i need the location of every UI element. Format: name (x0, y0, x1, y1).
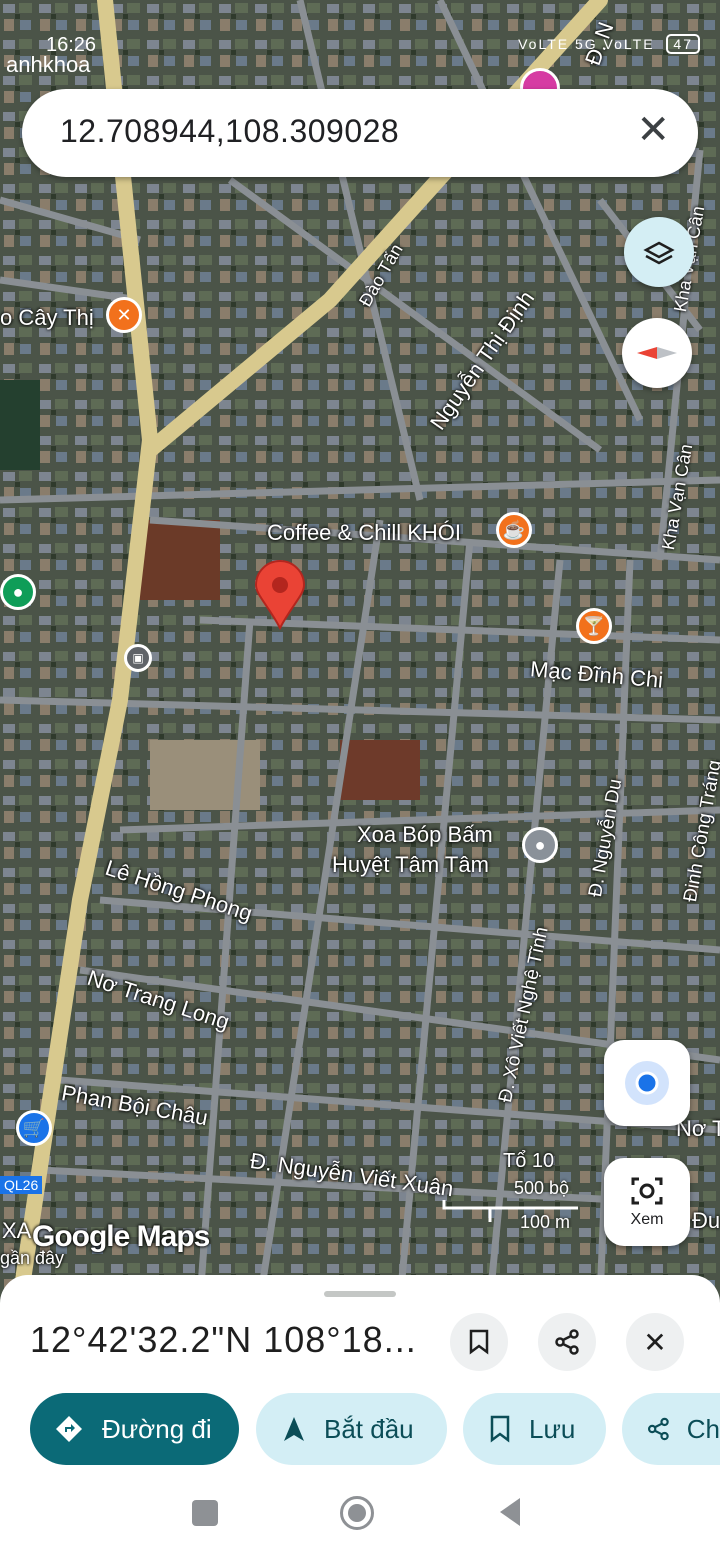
map-label-coffee[interactable]: Coffee & Chill KHÓI (267, 520, 461, 546)
restaurant-icon[interactable]: ✕ (106, 297, 142, 333)
battery-icon: 47 (666, 34, 700, 54)
place-coordinates: 12°42'32.2"N 108°18... (30, 1319, 417, 1360)
directions-icon (56, 1416, 82, 1442)
compass-button[interactable] (622, 318, 692, 388)
save-button[interactable]: Lưu (463, 1393, 606, 1465)
map-label-xoa-bop-2[interactable]: Huyệt Tâm Tâm (332, 852, 489, 878)
map-label-du: Đu (692, 1208, 720, 1233)
layers-button[interactable] (624, 217, 694, 287)
share-chip-icon (647, 1417, 669, 1441)
my-location-button[interactable] (604, 1040, 690, 1126)
map-scale: 500 bộ 100 m (442, 1178, 582, 1232)
status-icons: VoLTE 5G VoLTE 47 (518, 34, 700, 54)
share-button[interactable] (538, 1313, 596, 1371)
close-sheet-button[interactable]: ✕ (626, 1313, 684, 1371)
share-icon (555, 1329, 579, 1355)
directions-button[interactable]: Đường đi (30, 1393, 239, 1465)
scale-feet: 500 bộ (514, 1178, 570, 1198)
close-icon: ✕ (643, 1326, 667, 1358)
bookmark-button[interactable] (450, 1313, 508, 1371)
search-query[interactable]: 12.708944,108.309028 (60, 113, 399, 150)
status-bar: 16:26 anhkhoa VoLTE 5G VoLTE 47 (0, 30, 720, 77)
network-icon: VoLTE 5G VoLTE (518, 36, 655, 52)
bar-icon[interactable]: 🍸 (576, 608, 612, 644)
lens-label: Xem (630, 1211, 664, 1228)
status-user: anhkhoa (6, 52, 91, 77)
back-icon[interactable] (496, 1496, 524, 1528)
map-label-xoa-bop-1[interactable]: Xoa Bóp Bấm (357, 822, 493, 848)
share-chip-button[interactable]: Ch (622, 1393, 720, 1465)
search-bar[interactable]: 12.708944,108.309028 ✕ (22, 89, 698, 177)
recents-icon[interactable] (192, 1500, 218, 1526)
map-label-cay-thi[interactable]: o Cây Thị (0, 305, 94, 331)
compass-icon (637, 347, 677, 359)
park-icon[interactable]: ● (0, 574, 36, 610)
navigation-arrow-icon (284, 1417, 304, 1441)
camera-icon (631, 1177, 663, 1205)
bookmark-icon (469, 1329, 489, 1355)
home-icon[interactable] (340, 1496, 374, 1530)
map-label-to-10: Tổ 10 (503, 1150, 555, 1172)
sheet-drag-handle[interactable] (324, 1291, 396, 1297)
map-label-xa: XA (2, 1218, 32, 1243)
bus-stop-icon[interactable]: ▣ (124, 644, 152, 672)
my-location-icon (625, 1061, 669, 1105)
clear-search-icon[interactable]: ✕ (636, 107, 670, 153)
lens-button[interactable]: Xem (604, 1158, 690, 1246)
start-button[interactable]: Bắt đầu (256, 1393, 447, 1465)
place-icon[interactable]: ● (522, 827, 558, 863)
layers-icon (643, 241, 675, 265)
map-label-ql26: QL26 (0, 1176, 43, 1194)
start-label: Bắt đầu (324, 1413, 414, 1444)
share-chip-label: Ch (686, 1413, 720, 1444)
google-maps-logo: Google Maps (32, 1220, 210, 1253)
save-label: Lưu (529, 1413, 576, 1444)
bookmark-outline-icon (490, 1415, 510, 1443)
directions-label: Đường đi (102, 1413, 212, 1444)
shopping-cart-icon[interactable]: 🛒 (16, 1110, 52, 1146)
scale-meters: 100 m (520, 1212, 571, 1232)
cafe-icon[interactable]: ☕ (496, 512, 532, 548)
system-nav-bar (0, 1480, 720, 1559)
